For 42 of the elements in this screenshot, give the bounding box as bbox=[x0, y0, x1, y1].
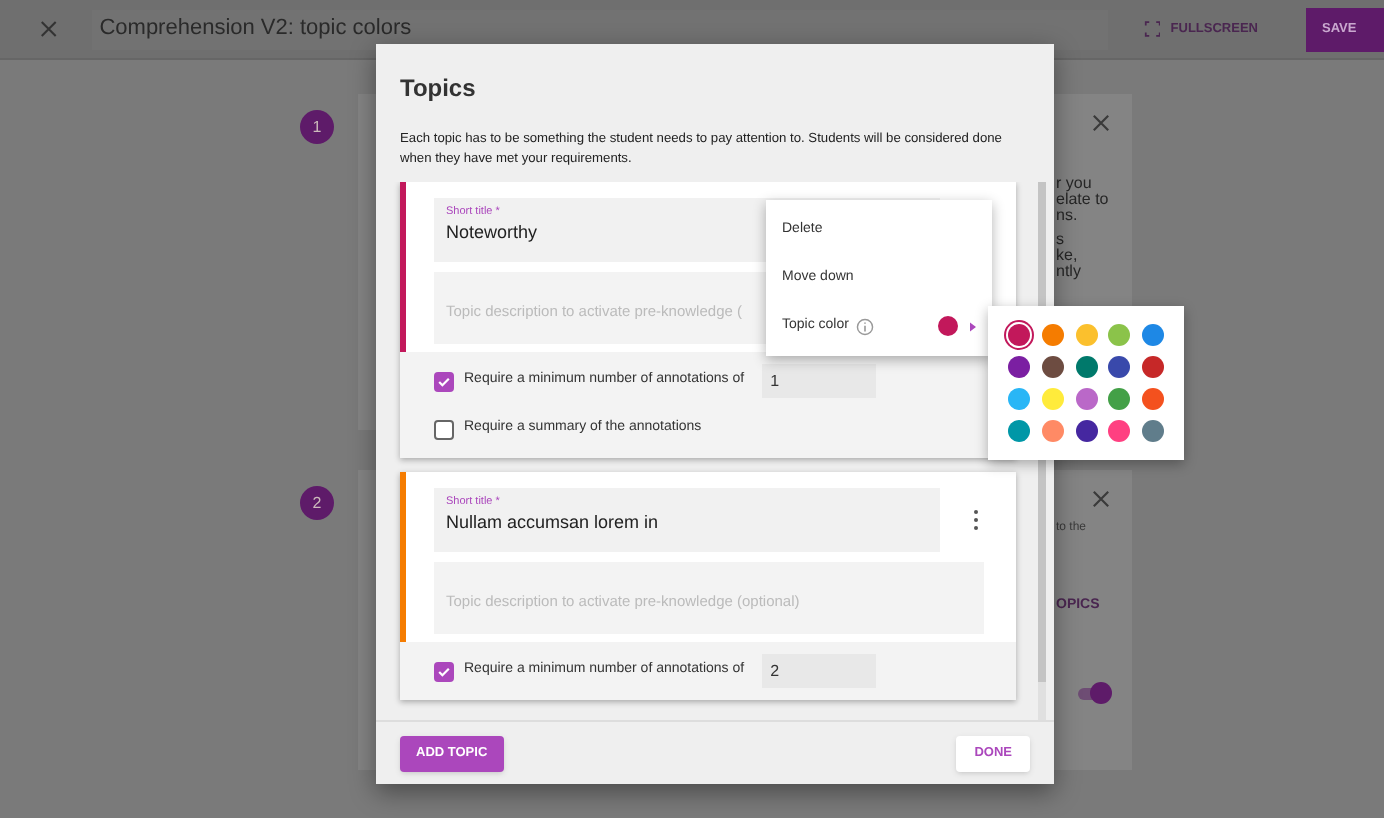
step-text-line: s bbox=[1056, 232, 1066, 248]
toggle-switch[interactable] bbox=[1076, 681, 1112, 705]
color-swatch[interactable] bbox=[1075, 324, 1098, 346]
color-swatch[interactable] bbox=[1142, 356, 1165, 378]
fullscreen-icon[interactable] bbox=[1143, 20, 1161, 38]
field-value: Nullam accumsan lorem in bbox=[446, 510, 659, 534]
count-field[interactable]: 1 bbox=[762, 364, 877, 398]
step-text-line: ntly bbox=[1056, 264, 1083, 280]
field-value: Noteworthy bbox=[446, 220, 538, 244]
color-swatch[interactable] bbox=[1075, 420, 1098, 442]
caret-icon bbox=[970, 321, 976, 331]
color-swatch[interactable] bbox=[1041, 324, 1064, 346]
color-swatch[interactable] bbox=[1108, 388, 1131, 410]
step-text-line: r you bbox=[1056, 176, 1094, 192]
color-swatch[interactable] bbox=[1008, 388, 1030, 410]
more-vertical-icon[interactable] bbox=[972, 508, 980, 532]
dialog-title: Topics bbox=[400, 72, 478, 106]
color-swatch[interactable] bbox=[1041, 388, 1064, 410]
step-text-line: ns. bbox=[1056, 208, 1080, 224]
color-swatch[interactable] bbox=[1008, 324, 1030, 346]
color-swatch[interactable] bbox=[1008, 420, 1030, 442]
color-swatch[interactable] bbox=[1142, 324, 1165, 346]
color-swatch[interactable] bbox=[1108, 324, 1131, 346]
close-icon[interactable] bbox=[1092, 490, 1110, 508]
color-swatch[interactable] bbox=[1142, 420, 1165, 442]
color-swatch[interactable] bbox=[1008, 356, 1030, 378]
info-icon bbox=[856, 317, 875, 335]
checkbox[interactable] bbox=[434, 661, 454, 681]
color-swatch[interactable] bbox=[1041, 356, 1064, 378]
color-swatch[interactable] bbox=[1108, 356, 1131, 378]
close-icon[interactable] bbox=[40, 20, 58, 38]
color-swatch[interactable] bbox=[1041, 420, 1064, 442]
step-text-line: elate to bbox=[1056, 192, 1111, 208]
checkbox[interactable] bbox=[434, 419, 454, 439]
color-swatch[interactable] bbox=[1075, 356, 1098, 378]
color-swatch[interactable] bbox=[1075, 388, 1098, 410]
checkbox[interactable] bbox=[434, 371, 454, 391]
color-swatch[interactable] bbox=[1108, 420, 1131, 442]
color-swatch[interactable] bbox=[1142, 388, 1165, 410]
count-field[interactable]: 2 bbox=[762, 654, 877, 688]
close-icon[interactable] bbox=[1092, 114, 1110, 132]
step-text-line: ke, bbox=[1056, 248, 1080, 264]
